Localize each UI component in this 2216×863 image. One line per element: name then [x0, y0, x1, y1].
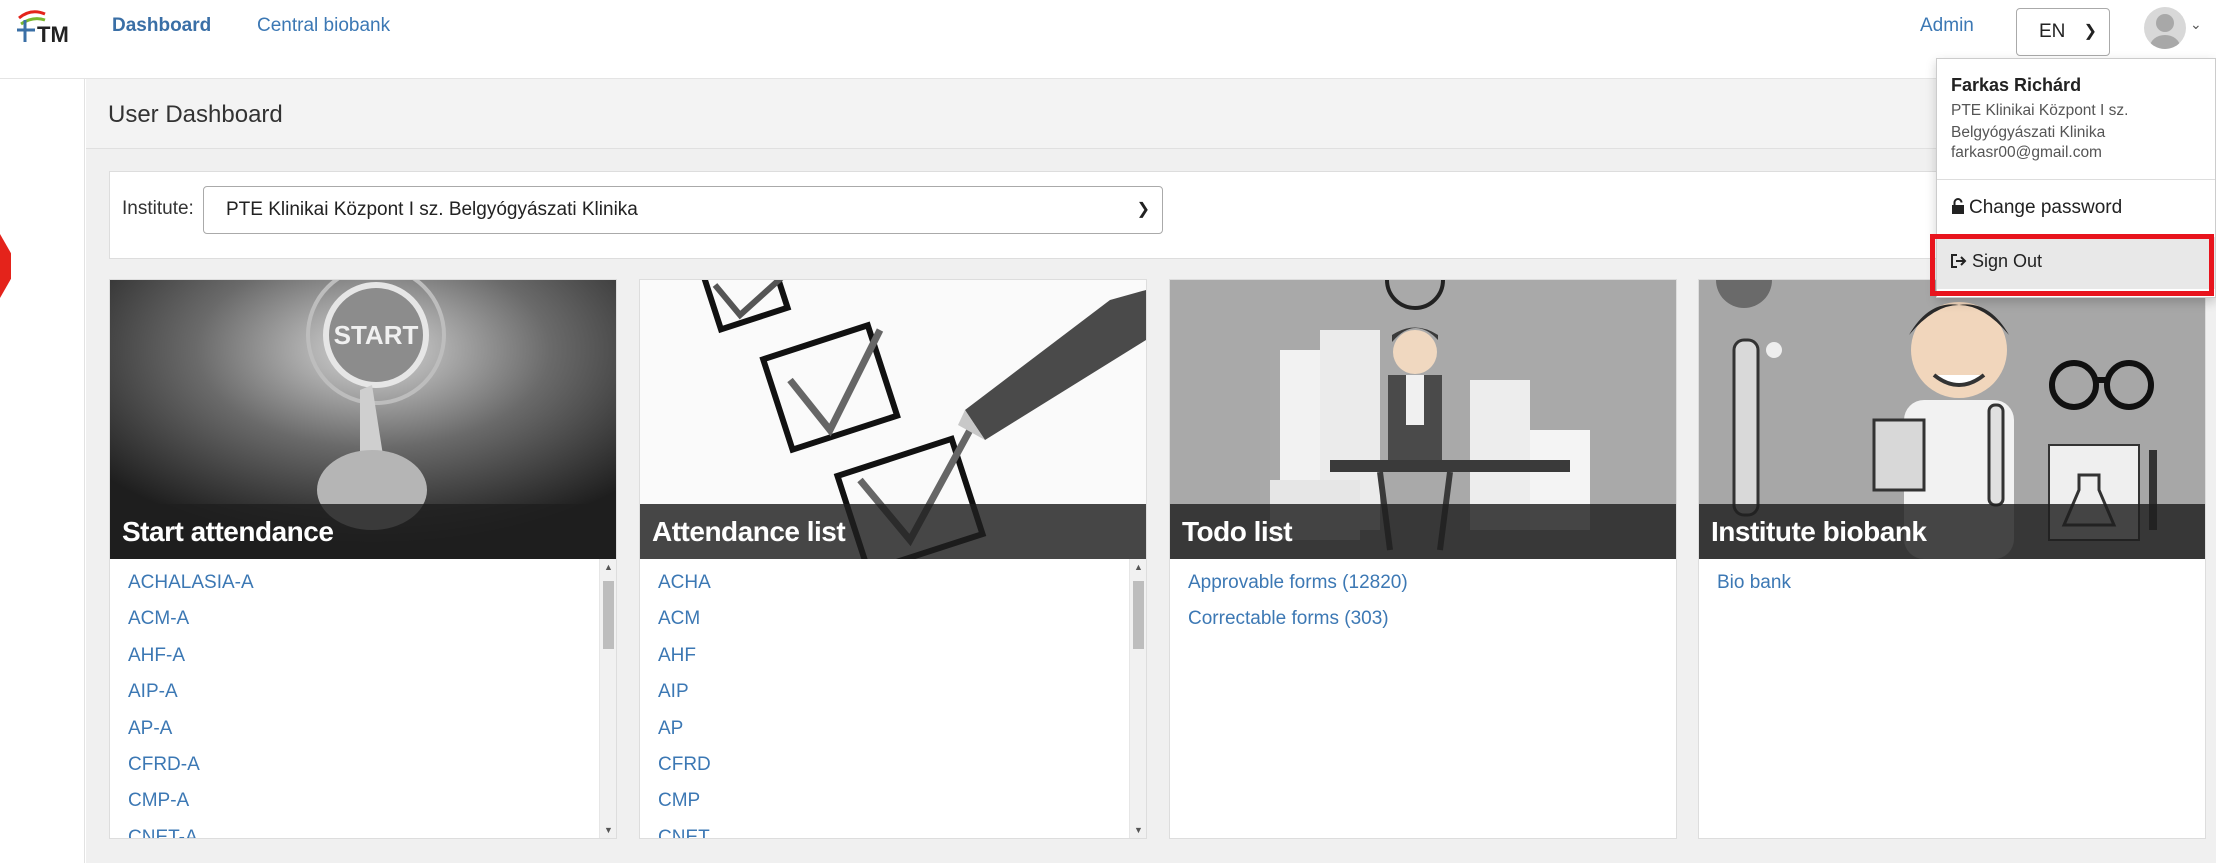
list-item[interactable]: AHF-A	[128, 638, 616, 674]
institute-panel: Institute: PTE Klinikai Központ I sz. Be…	[109, 171, 2216, 259]
list-item[interactable]: Bio bank	[1717, 565, 2205, 601]
user-org-line: PTE Klinikai Központ I sz.	[1951, 102, 2129, 119]
scroll-down-arrow-icon[interactable]: ▼	[600, 822, 616, 838]
scroll-up-arrow-icon[interactable]: ▲	[1130, 559, 1146, 575]
nav-admin[interactable]: Admin	[1920, 15, 1974, 37]
start-image-text: START	[334, 320, 419, 350]
lock-icon	[1952, 198, 1964, 214]
user-avatar[interactable]	[2144, 7, 2186, 49]
page-header: User Dashboard	[86, 79, 2216, 149]
card-body: Approvable forms (12820) Correctable for…	[1170, 559, 1676, 838]
list-item[interactable]: CMP	[658, 783, 1146, 819]
institute-select[interactable]: PTE Klinikai Központ I sz. Belgyógyászat…	[203, 186, 1163, 234]
language-select[interactable]: EN ❯	[2016, 8, 2110, 56]
start-form-link[interactable]: CMP-A	[128, 790, 189, 811]
user-org-line: Belgyógyászati Klinika	[1951, 124, 2106, 141]
card-attendance-list: Attendance list ACHA ACM AHF AIP AP CFRD…	[639, 279, 1147, 839]
user-email: farkasr00@gmail.com	[1951, 144, 2102, 161]
card-title: Todo list	[1170, 504, 1676, 559]
chevron-down-icon: ❯	[1136, 201, 1150, 218]
list-item[interactable]: CFRD	[658, 747, 1146, 783]
left-sidebar	[11, 79, 85, 863]
list-scrollbar[interactable]: ▲ ▼	[1129, 559, 1146, 838]
list-item[interactable]: AP-A	[128, 711, 616, 747]
list-item[interactable]: Approvable forms (12820)	[1188, 565, 1676, 601]
start-form-link[interactable]: ACM-A	[128, 608, 189, 629]
card-start-attendance: START Start attendance ACHALASIA-A ACM-A…	[109, 279, 617, 839]
app-logo[interactable]: TM	[15, 6, 77, 47]
language-value: EN	[2039, 21, 2066, 42]
nav-dashboard[interactable]: Dashboard	[112, 15, 211, 37]
list-item[interactable]: AIP	[658, 674, 1146, 710]
change-password-item[interactable]: Change password	[1951, 197, 2122, 219]
list-item[interactable]: ACHALASIA-A	[128, 565, 616, 601]
scroll-up-arrow-icon[interactable]: ▲	[600, 559, 616, 575]
approvable-forms-link[interactable]: Approvable forms (12820)	[1188, 572, 1408, 593]
attendance-form-link[interactable]: ACM	[658, 608, 700, 629]
attendance-form-link[interactable]: CMP	[658, 790, 700, 811]
list-scrollbar[interactable]: ▲ ▼	[599, 559, 616, 838]
card-title: Institute biobank	[1699, 504, 2205, 559]
card-title: Attendance list	[640, 504, 1146, 559]
change-password-label: Change password	[1969, 197, 2123, 218]
side-marker	[0, 234, 11, 298]
user-organization: PTE Klinikai Központ I sz. Belgyógyászat…	[1951, 100, 2191, 144]
list-item[interactable]: AP	[658, 711, 1146, 747]
scroll-thumb[interactable]	[603, 581, 614, 649]
list-item[interactable]: CNET-A	[128, 820, 616, 838]
list-item[interactable]: ACM	[658, 601, 1146, 637]
chevron-down-icon: ❯	[2083, 23, 2097, 40]
user-name: Farkas Richárd	[1951, 75, 2082, 95]
list-item[interactable]: CNET	[658, 820, 1146, 838]
nav-central-biobank[interactable]: Central biobank	[257, 15, 390, 37]
start-form-link[interactable]: AIP-A	[128, 681, 178, 702]
attendance-form-link[interactable]: CNET	[658, 827, 710, 838]
page-title: User Dashboard	[108, 101, 283, 128]
start-form-link[interactable]: CNET-A	[128, 827, 198, 838]
list-item[interactable]: ACM-A	[128, 601, 616, 637]
avatar-caret-icon[interactable]: ⌄	[2190, 16, 2202, 33]
scroll-down-arrow-icon[interactable]: ▼	[1130, 822, 1146, 838]
start-form-link[interactable]: AP-A	[128, 718, 172, 739]
card-body: ACHALASIA-A ACM-A AHF-A AIP-A AP-A CFRD-…	[110, 559, 616, 838]
attendance-form-link[interactable]: ACHA	[658, 572, 711, 593]
card-body: Bio bank	[1699, 559, 2205, 838]
list-item[interactable]: AHF	[658, 638, 1146, 674]
menu-divider	[1937, 179, 2215, 180]
list-item[interactable]: CMP-A	[128, 783, 616, 819]
attendance-form-link[interactable]: AP	[658, 718, 683, 739]
list-item[interactable]: CFRD-A	[128, 747, 616, 783]
list-item[interactable]: ACHA	[658, 565, 1146, 601]
institute-label: Institute:	[122, 198, 194, 219]
attendance-form-link[interactable]: AHF	[658, 645, 696, 666]
scroll-thumb[interactable]	[1133, 581, 1144, 649]
sign-out-highlight	[1930, 234, 2214, 296]
card-todo-list: Todo list Approvable forms (12820) Corre…	[1169, 279, 1677, 839]
card-institute-biobank: Institute biobank Bio bank	[1698, 279, 2206, 839]
main-content: User Dashboard Institute: PTE Klinikai K…	[86, 79, 2216, 863]
attendance-form-link[interactable]: AIP	[658, 681, 689, 702]
start-form-link[interactable]: CFRD-A	[128, 754, 200, 775]
list-item[interactable]: AIP-A	[128, 674, 616, 710]
list-item[interactable]: Correctable forms (303)	[1188, 601, 1676, 637]
card-title: Start attendance	[110, 504, 616, 559]
start-form-link[interactable]: ACHALASIA-A	[128, 572, 254, 593]
card-body: ACHA ACM AHF AIP AP CFRD CMP CNET ▲ ▼	[640, 559, 1146, 838]
correctable-forms-link[interactable]: Correctable forms (303)	[1188, 608, 1389, 629]
svg-text:TM: TM	[37, 22, 69, 46]
institute-value: PTE Klinikai Központ I sz. Belgyógyászat…	[226, 199, 638, 220]
attendance-form-link[interactable]: CFRD	[658, 754, 711, 775]
bio-bank-link[interactable]: Bio bank	[1717, 572, 1791, 593]
start-form-link[interactable]: AHF-A	[128, 645, 185, 666]
top-navbar: TM Dashboard Central biobank Admin EN ❯ …	[0, 0, 2216, 79]
